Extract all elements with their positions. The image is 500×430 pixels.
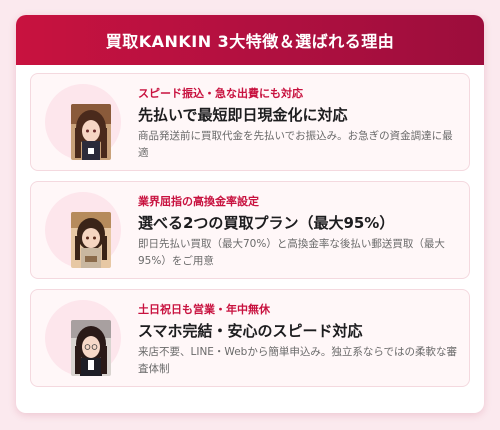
feature-title: スマホ完結・安心のスピード対応 — [138, 322, 363, 340]
feature-description: 即日先払い買取（最大70%）と高換金率な後払い郵送買取（最大95%）をご用意 — [138, 238, 445, 267]
feature-tag: 業界屈指の高換金率設定 — [138, 195, 259, 208]
card-title: 買取KANKIN 3大特徴＆選ばれる理由 — [105, 32, 395, 51]
feature-description: 来店不要、LINE・Webから簡単申込み。独立系ならではの柔軟な審査体制 — [138, 346, 458, 375]
feature-item-high-rate: 業界屈指の高換金率設定 選べる2つの買取プラン（最大95%） 即日先払い買取（最… — [30, 181, 470, 279]
feature-tag: 土日祝日も営業・年中無休 — [138, 303, 270, 316]
feature-description: 商品発送前に買取代金を先払いでお振込み。お急ぎの資金調達に最適 — [138, 130, 453, 159]
card-header: 買取KANKIN 3大特徴＆選ばれる理由 — [16, 15, 484, 65]
avatar-backdrop — [45, 192, 121, 268]
avatar — [71, 104, 111, 160]
feature-item-speed-payment: スピード振込・急な出費にも対応 先払いで最短即日現金化に対応 商品発送前に買取代… — [30, 73, 470, 171]
avatar-backdrop — [45, 84, 121, 160]
feature-tag: スピード振込・急な出費にも対応 — [138, 87, 303, 100]
avatar — [71, 320, 111, 376]
features-card: 買取KANKIN 3大特徴＆選ばれる理由 スピード振込・急な出費にも対応 先払い… — [16, 15, 484, 413]
avatar-backdrop — [45, 300, 121, 376]
avatar — [71, 212, 111, 268]
feature-title: 選べる2つの買取プラン（最大95%） — [138, 214, 395, 232]
feature-title: 先払いで最短即日現金化に対応 — [138, 106, 348, 124]
feature-item-smartphone: 土日祝日も営業・年中無休 スマホ完結・安心のスピード対応 来店不要、LINE・W… — [30, 289, 470, 387]
